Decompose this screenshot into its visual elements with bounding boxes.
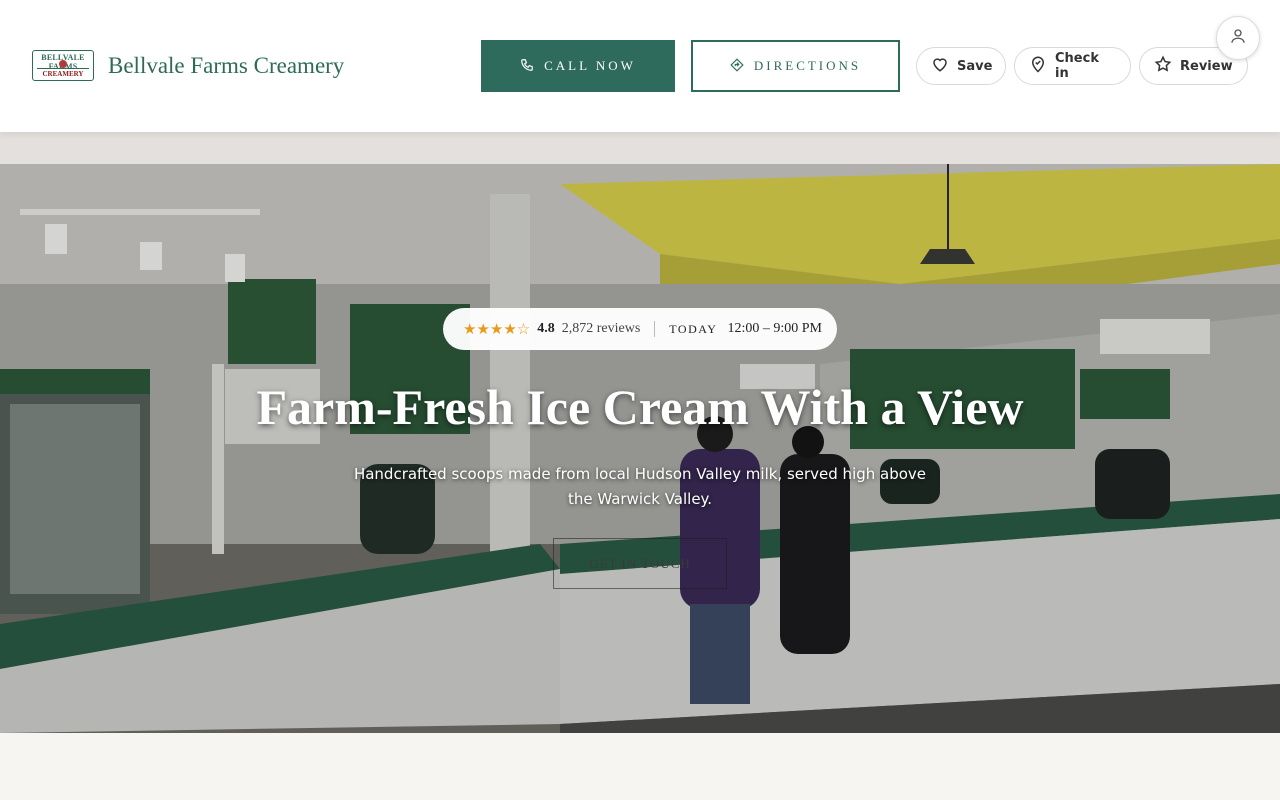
brand[interactable]: BELLVALE FARMS CREAMERY Bellvale Farms C… (32, 50, 344, 81)
today-label: TODAY (669, 321, 718, 336)
site-header: BELLVALE FARMS CREAMERY Bellvale Farms C… (0, 0, 1280, 132)
directions-icon (730, 57, 744, 75)
page-content-start (0, 733, 1280, 800)
hero-title: Farm-Fresh Ice Cream With a View (256, 379, 1024, 435)
account-avatar-button[interactable] (1216, 16, 1260, 60)
get-in-touch-button[interactable]: GET IN TOUCH (553, 538, 727, 589)
header-divider-band (0, 132, 1280, 164)
save-label: Save (957, 58, 993, 74)
save-button[interactable]: Save (916, 47, 1006, 85)
brand-name: Bellvale Farms Creamery (108, 52, 345, 78)
review-label: Review (1180, 58, 1233, 74)
rating-value: 4.8 (537, 321, 555, 336)
hero-section: ★★★★☆ 4.8 2,872 reviews TODAY 12:00 – 9:… (0, 164, 1280, 733)
phone-icon (520, 58, 534, 75)
star-icon (1154, 55, 1172, 78)
pill-divider (654, 321, 656, 337)
checkin-pin-icon (1029, 55, 1047, 78)
check-in-button[interactable]: Check in (1014, 47, 1131, 85)
call-now-button[interactable]: CALL NOW (481, 40, 675, 92)
hero-subtitle: Handcrafted scoops made from local Hudso… (353, 465, 927, 508)
hero-overlay (0, 164, 1280, 733)
user-icon (1229, 27, 1247, 50)
rating-stars: ★★★★☆ (463, 321, 531, 338)
logo-emblem (59, 60, 67, 68)
today-hours: 12:00 – 9:00 PM (727, 321, 822, 336)
review-count[interactable]: 2,872 reviews (562, 321, 641, 337)
logo-bottom-text: CREAMERY (37, 68, 89, 78)
rating-hours-pill: ★★★★☆ 4.8 2,872 reviews TODAY 12:00 – 9:… (443, 308, 837, 350)
heart-icon (931, 55, 949, 78)
brand-logo: BELLVALE FARMS CREAMERY (32, 50, 94, 81)
directions-button[interactable]: DIRECTIONS (691, 40, 900, 92)
directions-label: DIRECTIONS (753, 58, 862, 73)
check-in-label: Check in (1055, 51, 1099, 81)
call-now-label: CALL NOW (544, 58, 636, 73)
